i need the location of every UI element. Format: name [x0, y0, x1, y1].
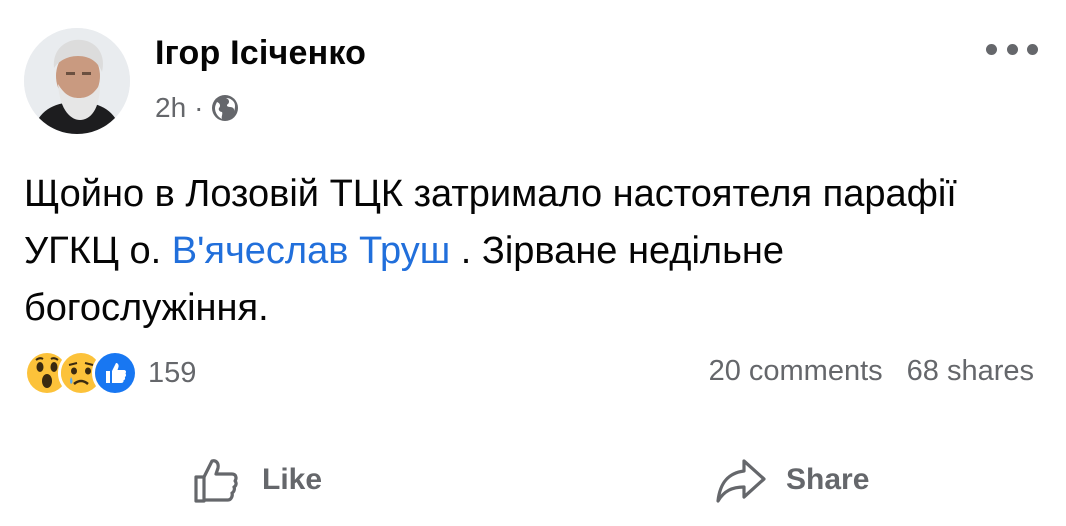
- thumbs-up-icon: [194, 459, 238, 503]
- action-bar: Like Share: [0, 445, 1066, 515]
- avatar-photo: [24, 28, 130, 134]
- more-dot: [1006, 43, 1018, 55]
- engagement-stats: 20 comments 68 shares: [709, 355, 1034, 388]
- like-button[interactable]: Like: [190, 445, 322, 515]
- post-timestamp[interactable]: 2h: [155, 92, 186, 124]
- like-reaction-icon: [92, 350, 138, 396]
- shares-count[interactable]: 68 shares: [907, 355, 1034, 388]
- author-avatar[interactable]: [24, 28, 130, 134]
- author-name[interactable]: Ігор Ісіченко: [155, 34, 366, 73]
- comments-count[interactable]: 20 comments: [709, 355, 883, 388]
- post-meta: 2h ·: [155, 92, 239, 124]
- meta-separator: ·: [194, 92, 204, 123]
- post-text: Щойно в Лозовій ТЦК затримало настоятеля…: [24, 166, 1024, 337]
- mention-link[interactable]: В'ячеслав Труш: [172, 230, 450, 272]
- like-label: Like: [262, 463, 323, 496]
- share-button[interactable]: Share: [714, 445, 869, 515]
- more-dot: [1027, 43, 1038, 55]
- more-dot: [986, 43, 997, 55]
- share-label: Share: [786, 463, 870, 496]
- reaction-count[interactable]: 159: [148, 357, 196, 390]
- share-arrow-icon: [716, 459, 766, 503]
- globe-icon: [212, 95, 239, 121]
- reactions-summary[interactable]: 159: [24, 348, 196, 398]
- more-options-button[interactable]: [986, 34, 1038, 64]
